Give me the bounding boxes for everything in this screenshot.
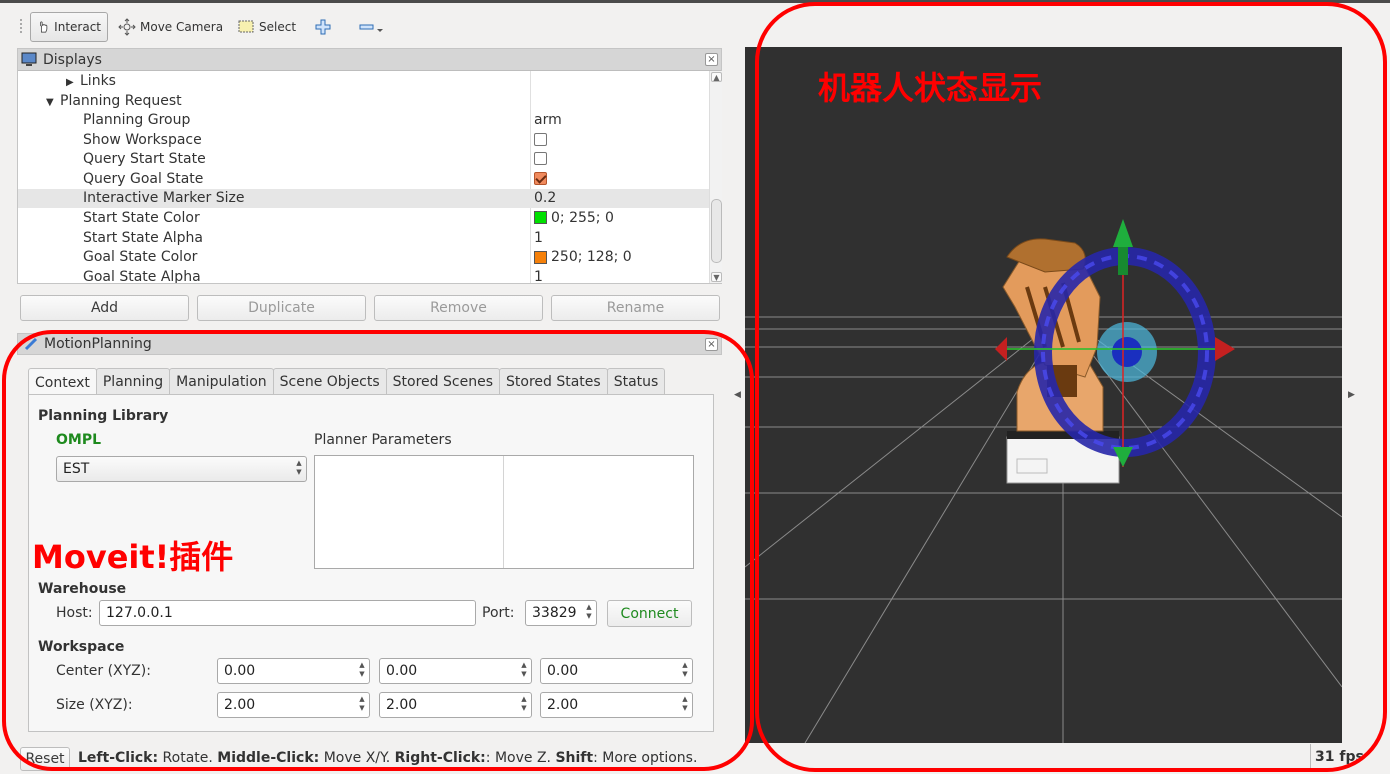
row-value[interactable]: 1 — [534, 230, 543, 246]
row-value[interactable]: 1 — [534, 269, 543, 283]
row-value[interactable]: 250; 128; 0 — [551, 249, 632, 265]
close-icon[interactable]: × — [705, 53, 718, 66]
move-camera-label: Move Camera — [140, 20, 224, 34]
add-button[interactable]: Add — [20, 295, 189, 321]
remove-tool-button[interactable] — [352, 12, 392, 42]
scroll-up-icon[interactable]: ▲ — [711, 72, 722, 82]
displays-scrollbar[interactable]: ▲ ▼ — [709, 71, 722, 283]
displays-panel: Displays × ▶ Links ▼ Planning Request Plan… — [17, 48, 722, 284]
plugin-annotation-label: Moveit!插件 — [32, 538, 234, 576]
row-name: Goal State Alpha — [83, 268, 201, 283]
tree-row-query-goal-state[interactable]: Query Goal State — [18, 169, 710, 189]
tree-row-show-workspace[interactable]: Show Workspace — [18, 130, 710, 150]
row-name: Query Start State — [83, 150, 206, 167]
add-tool-button[interactable] — [309, 12, 337, 42]
hand-pointer-icon — [40, 21, 48, 33]
toolbar-grip[interactable] — [20, 19, 24, 33]
row-name: Planning Request — [60, 92, 182, 109]
query-start-state-checkbox[interactable] — [534, 152, 547, 166]
goal-color-swatch[interactable] — [534, 250, 547, 264]
monitor-icon — [21, 52, 37, 66]
interact-label: Interact — [54, 20, 101, 34]
row-name: Query Goal State — [83, 170, 204, 187]
collapsed-arrow-icon[interactable]: ▶ — [66, 77, 80, 88]
row-name: Interactive Marker Size — [83, 190, 245, 207]
tree-row-links[interactable]: ▶ Links — [18, 71, 710, 91]
minus-dropdown-icon — [359, 24, 383, 32]
query-goal-state-checkbox[interactable] — [534, 172, 547, 186]
tree-row-planning-request[interactable]: ▼ Planning Request — [18, 91, 710, 111]
start-color-swatch[interactable] — [534, 211, 547, 225]
row-name: Show Workspace — [83, 131, 202, 148]
row-value[interactable]: 0; 255; 0 — [551, 210, 614, 226]
expanded-arrow-icon[interactable]: ▼ — [46, 97, 60, 108]
row-name: Links — [80, 72, 116, 89]
displays-title-bar: Displays × — [18, 49, 721, 71]
rename-button[interactable]: Rename — [551, 295, 720, 321]
scrollbar-thumb[interactable] — [711, 199, 722, 263]
row-value[interactable]: 0.2 — [534, 190, 556, 206]
view-annotation-outline — [755, 2, 1387, 772]
select-button[interactable]: Select — [231, 12, 302, 42]
row-name: Planning Group — [83, 111, 191, 128]
interact-button[interactable]: Interact — [30, 12, 108, 42]
move-camera-button[interactable]: Move Camera — [112, 12, 229, 42]
select-rect-icon — [238, 20, 254, 33]
tree-row-goal-state-alpha[interactable]: Goal State Alpha 1 — [18, 267, 710, 283]
view-annotation-label: 机器人状态显示 — [818, 69, 1043, 107]
plus-icon — [315, 19, 331, 35]
tree-row-goal-state-color[interactable]: Goal State Color 250; 128; 0 — [18, 248, 710, 268]
tree-row-interactive-marker-size[interactable]: Interactive Marker Size 0.2 — [18, 188, 710, 208]
row-name: Goal State Color — [83, 249, 198, 266]
displays-title: Displays — [43, 51, 102, 68]
tree-row-start-state-alpha[interactable]: Start State Alpha 1 — [18, 228, 710, 248]
tree-row-query-start-state[interactable]: Query Start State — [18, 149, 710, 169]
remove-button[interactable]: Remove — [374, 295, 543, 321]
move-camera-icon — [118, 18, 136, 36]
select-label: Select — [259, 20, 297, 34]
row-value[interactable]: arm — [534, 112, 562, 128]
row-name: Start State Color — [83, 209, 200, 226]
scroll-down-icon[interactable]: ▼ — [711, 272, 722, 282]
row-name: Start State Alpha — [83, 229, 203, 246]
duplicate-button[interactable]: Duplicate — [197, 295, 366, 321]
tree-row-start-state-color[interactable]: Start State Color 0; 255; 0 — [18, 208, 710, 228]
show-workspace-checkbox[interactable] — [534, 133, 547, 147]
tree-row-planning-group[interactable]: Planning Group arm — [18, 110, 710, 130]
